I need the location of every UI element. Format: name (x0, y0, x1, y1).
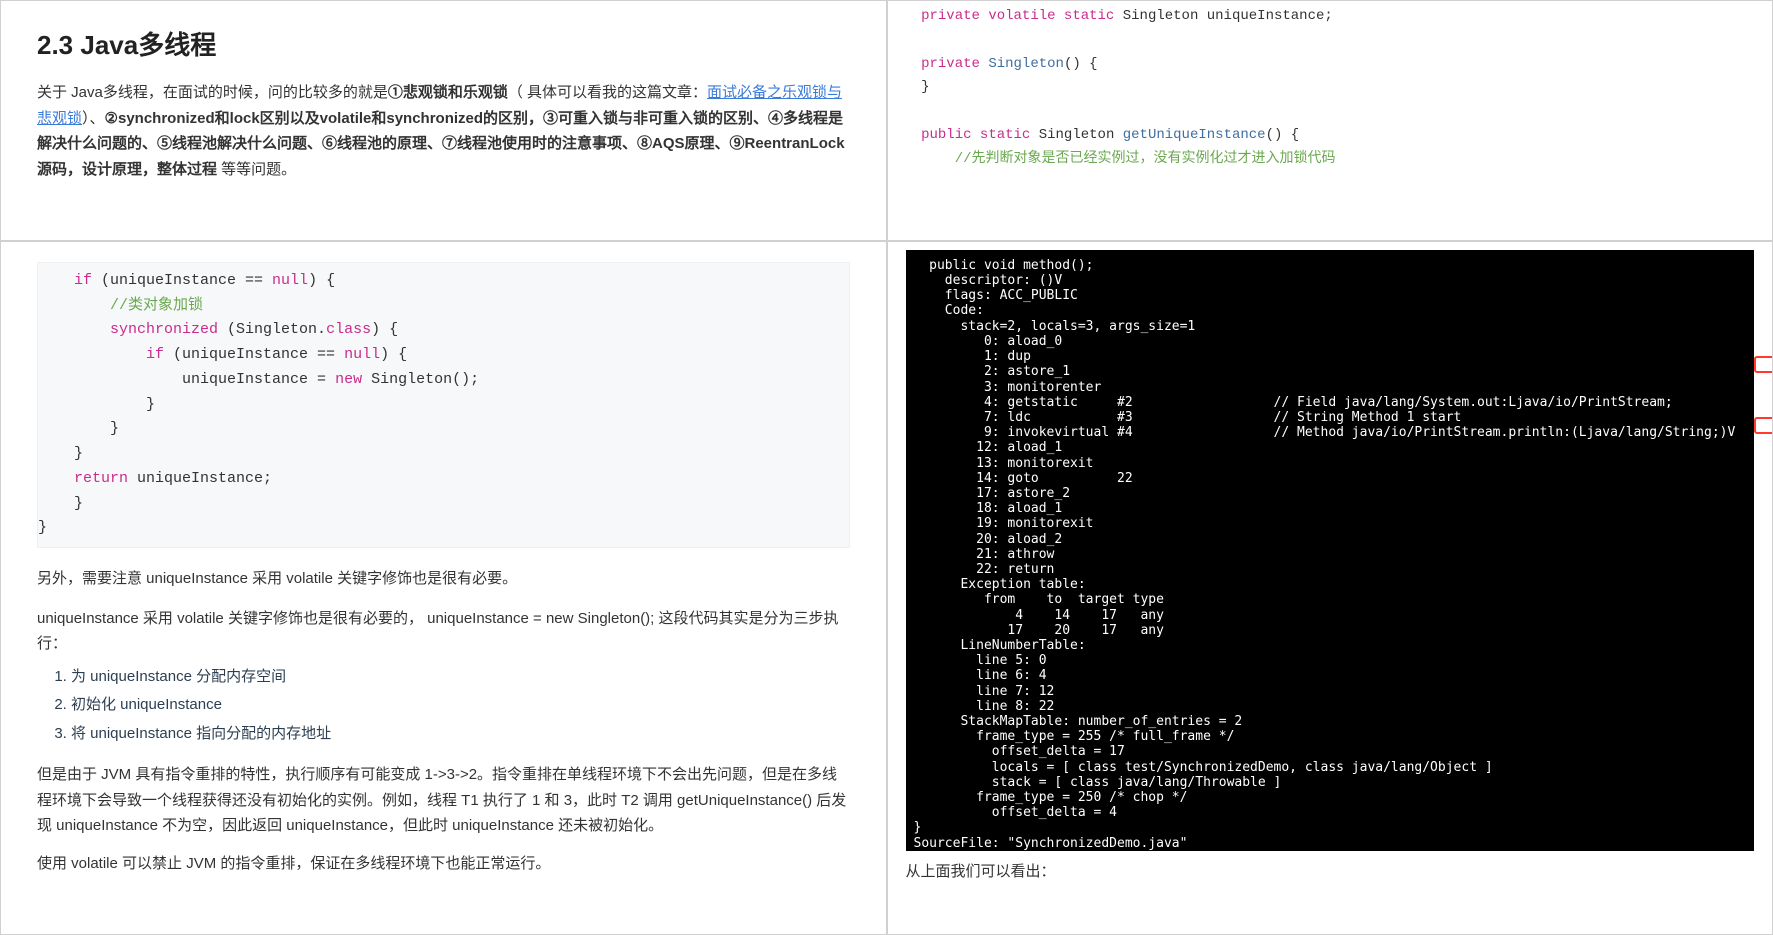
pane-top-right: private volatile static Singleton unique… (887, 0, 1773, 241)
note-volatile-1: 另外，需要注意 uniqueInstance 采用 volatile 关键字修饰… (37, 566, 850, 592)
intro-paragraph: 关于 Java多线程，在面试的时候，问的比较多的就是①悲观锁和乐观锁（ 具体可以… (37, 80, 850, 182)
code-singleton-header: private volatile static Singleton unique… (888, 1, 1773, 176)
section-heading: 2.3 Java多线程 (37, 25, 850, 62)
note-volatile-2: uniqueInstance 采用 volatile 关键字修饰也是很有必要的，… (37, 606, 850, 657)
bytecode-terminal: public void method(); descriptor: ()V fl… (906, 250, 1755, 851)
pane-top-left: 2.3 Java多线程 关于 Java多线程，在面试的时候，问的比较多的就是①悲… (0, 0, 887, 241)
list-item: 将 uniqueInstance 指向分配的内存地址 (71, 720, 850, 749)
terminal-caption: 从上面我们可以看出： (906, 859, 1755, 885)
note-reorder: 但是由于 JVM 具有指令重排的特性，执行顺序有可能变成 1->3->2。指令重… (37, 762, 850, 839)
list-item: 初始化 uniqueInstance (71, 691, 850, 720)
steps-list: 为 uniqueInstance 分配内存空间 初始化 uniqueInstan… (71, 663, 850, 749)
pane-bottom-right: public void method(); descriptor: ()V fl… (887, 241, 1773, 935)
code-singleton-body: if (uniqueInstance == null) { //类对象加锁 sy… (37, 262, 850, 548)
pane-bottom-left: if (uniqueInstance == null) { //类对象加锁 sy… (0, 241, 887, 935)
list-item: 为 uniqueInstance 分配内存空间 (71, 663, 850, 692)
note-volatile-fix: 使用 volatile 可以禁止 JVM 的指令重排，保证在多线程环境下也能正常… (37, 851, 850, 877)
highlight-monitorexit (1754, 417, 1773, 434)
highlight-monitorenter (1754, 356, 1773, 373)
